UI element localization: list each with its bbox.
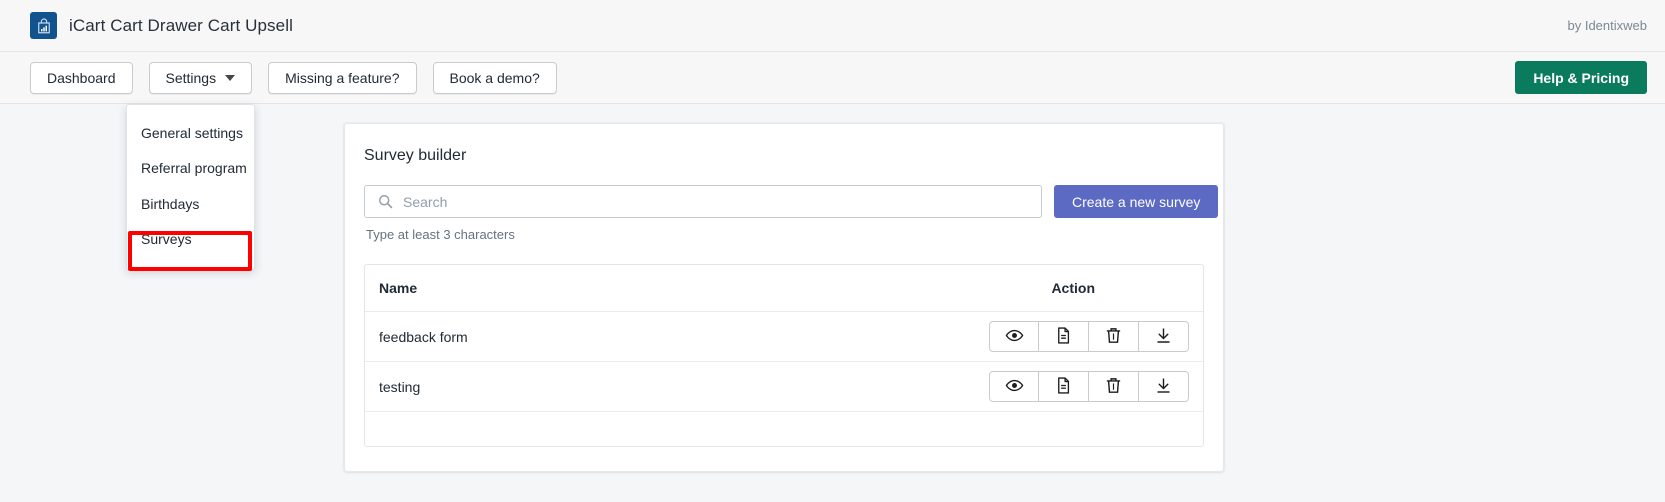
search-field-wrapper [364,185,1042,218]
app-header: iCart Cart Drawer Cart Upsell by Identix… [0,0,1665,52]
missing-feature-button-label: Missing a feature? [285,69,400,86]
trash-icon [1104,376,1123,398]
table-row: testing [365,362,1203,412]
column-header-name: Name [379,280,418,296]
search-helper-text: Type at least 3 characters [366,227,515,242]
app-identity: iCart Cart Drawer Cart Upsell [30,12,293,39]
toolbar: Dashboard Settings Missing a feature? Bo… [0,52,1665,104]
book-demo-button[interactable]: Book a demo? [432,61,557,94]
menu-item-surveys[interactable]: Surveys [127,222,254,257]
search-input[interactable] [364,185,1042,218]
view-survey-button[interactable] [989,321,1039,352]
settings-dropdown-menu: General settings Referral program Birthd… [126,104,255,270]
report-survey-button[interactable] [1039,371,1089,402]
table-row: feedback form [365,312,1203,362]
row-action-group [989,321,1189,352]
table-header-row: Name Action [365,265,1203,312]
help-pricing-button-label: Help & Pricing [1533,69,1629,86]
app-title: iCart Cart Drawer Cart Upsell [69,15,293,35]
download-icon [1154,326,1173,348]
shopping-bag-chart-icon [30,12,57,39]
book-demo-button-label: Book a demo? [449,69,540,86]
menu-item-birthdays[interactable]: Birthdays [127,187,254,222]
create-new-survey-button[interactable]: Create a new survey [1054,185,1219,218]
delete-survey-button[interactable] [1089,371,1139,402]
column-header-action: Action [1051,280,1095,296]
create-new-survey-button-label: Create a new survey [1072,193,1201,210]
settings-button-label: Settings [165,69,217,86]
menu-item-referral-program-label: Referral program [141,160,247,177]
document-icon [1054,376,1073,398]
dashboard-button-label: Dashboard [47,69,116,86]
eye-icon [1005,376,1024,398]
settings-button[interactable]: Settings [148,61,253,94]
app-vendor: by Identixweb [1567,18,1648,33]
menu-item-birthdays-label: Birthdays [141,195,200,212]
report-survey-button[interactable] [1039,321,1089,352]
trash-icon [1104,326,1123,348]
download-survey-button[interactable] [1139,371,1189,402]
chevron-down-icon [225,74,236,81]
row-action-group [989,371,1189,402]
menu-item-general-settings[interactable]: General settings [127,116,254,151]
search-row: Create a new survey [364,185,1219,218]
survey-name: feedback form [379,328,468,345]
survey-name: testing [379,378,421,395]
download-survey-button[interactable] [1139,321,1189,352]
view-survey-button[interactable] [989,371,1039,402]
document-icon [1054,326,1073,348]
delete-survey-button[interactable] [1089,321,1139,352]
menu-item-referral-program[interactable]: Referral program [127,151,254,186]
dashboard-button[interactable]: Dashboard [30,61,133,94]
download-icon [1154,376,1173,398]
eye-icon [1005,326,1024,348]
menu-item-general-settings-label: General settings [141,125,243,141]
menu-item-surveys-label: Surveys [141,231,192,248]
missing-feature-button[interactable]: Missing a feature? [268,61,417,94]
help-pricing-button[interactable]: Help & Pricing [1515,61,1647,94]
surveys-table: Name Action feedback form testing [364,264,1204,447]
survey-builder-card: Survey builder Create a new survey Type … [344,123,1224,472]
table-footer-spacer [365,412,1203,446]
page-title: Survey builder [364,147,467,164]
